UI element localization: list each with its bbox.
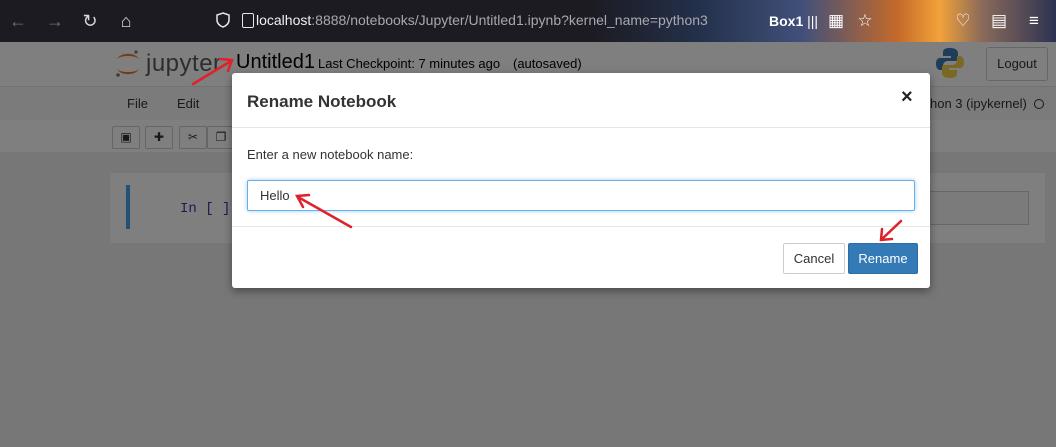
url-path: :8888/notebooks/Jupyter/Untitled1.ipynb?… [311, 12, 708, 28]
dialog-title: Rename Notebook [247, 92, 397, 111]
star-icon[interactable]: ☆ [855, 11, 875, 31]
back-icon[interactable]: ← [6, 9, 30, 33]
address-bar[interactable]: localhost:8888/notebooks/Jupyter/Untitle… [212, 8, 772, 34]
grid-icon[interactable]: ▦ [826, 11, 846, 31]
reload-icon[interactable]: ↻ [78, 9, 102, 33]
home-icon[interactable]: ⌂ [114, 9, 138, 33]
page-icon [242, 13, 254, 28]
pocket-icon[interactable]: ♡ [953, 11, 973, 31]
profile-label[interactable]: Box1 ||| [769, 13, 818, 29]
dialog-prompt: Enter a new notebook name: [247, 147, 414, 162]
rename-button[interactable]: Rename [848, 243, 918, 274]
url-host: localhost [256, 12, 312, 28]
document-icon[interactable]: ▤ [989, 11, 1009, 31]
url-text[interactable]: localhost:8888/notebooks/Jupyter/Untitle… [256, 12, 708, 28]
header-divider [232, 127, 930, 128]
rename-dialog: Rename Notebook × Enter a new notebook n… [232, 73, 930, 288]
close-icon[interactable]: × [901, 87, 913, 107]
cancel-button[interactable]: Cancel [783, 243, 845, 274]
notebook-name-input[interactable] [247, 180, 915, 211]
footer-divider [232, 226, 930, 227]
browser-toolbar: ← → ↻ ⌂ localhost:8888/notebooks/Jupyter… [0, 0, 1056, 42]
forward-icon[interactable]: → [43, 9, 67, 33]
shield-icon[interactable] [216, 12, 230, 28]
menu-icon[interactable]: ≡ [1024, 11, 1044, 31]
